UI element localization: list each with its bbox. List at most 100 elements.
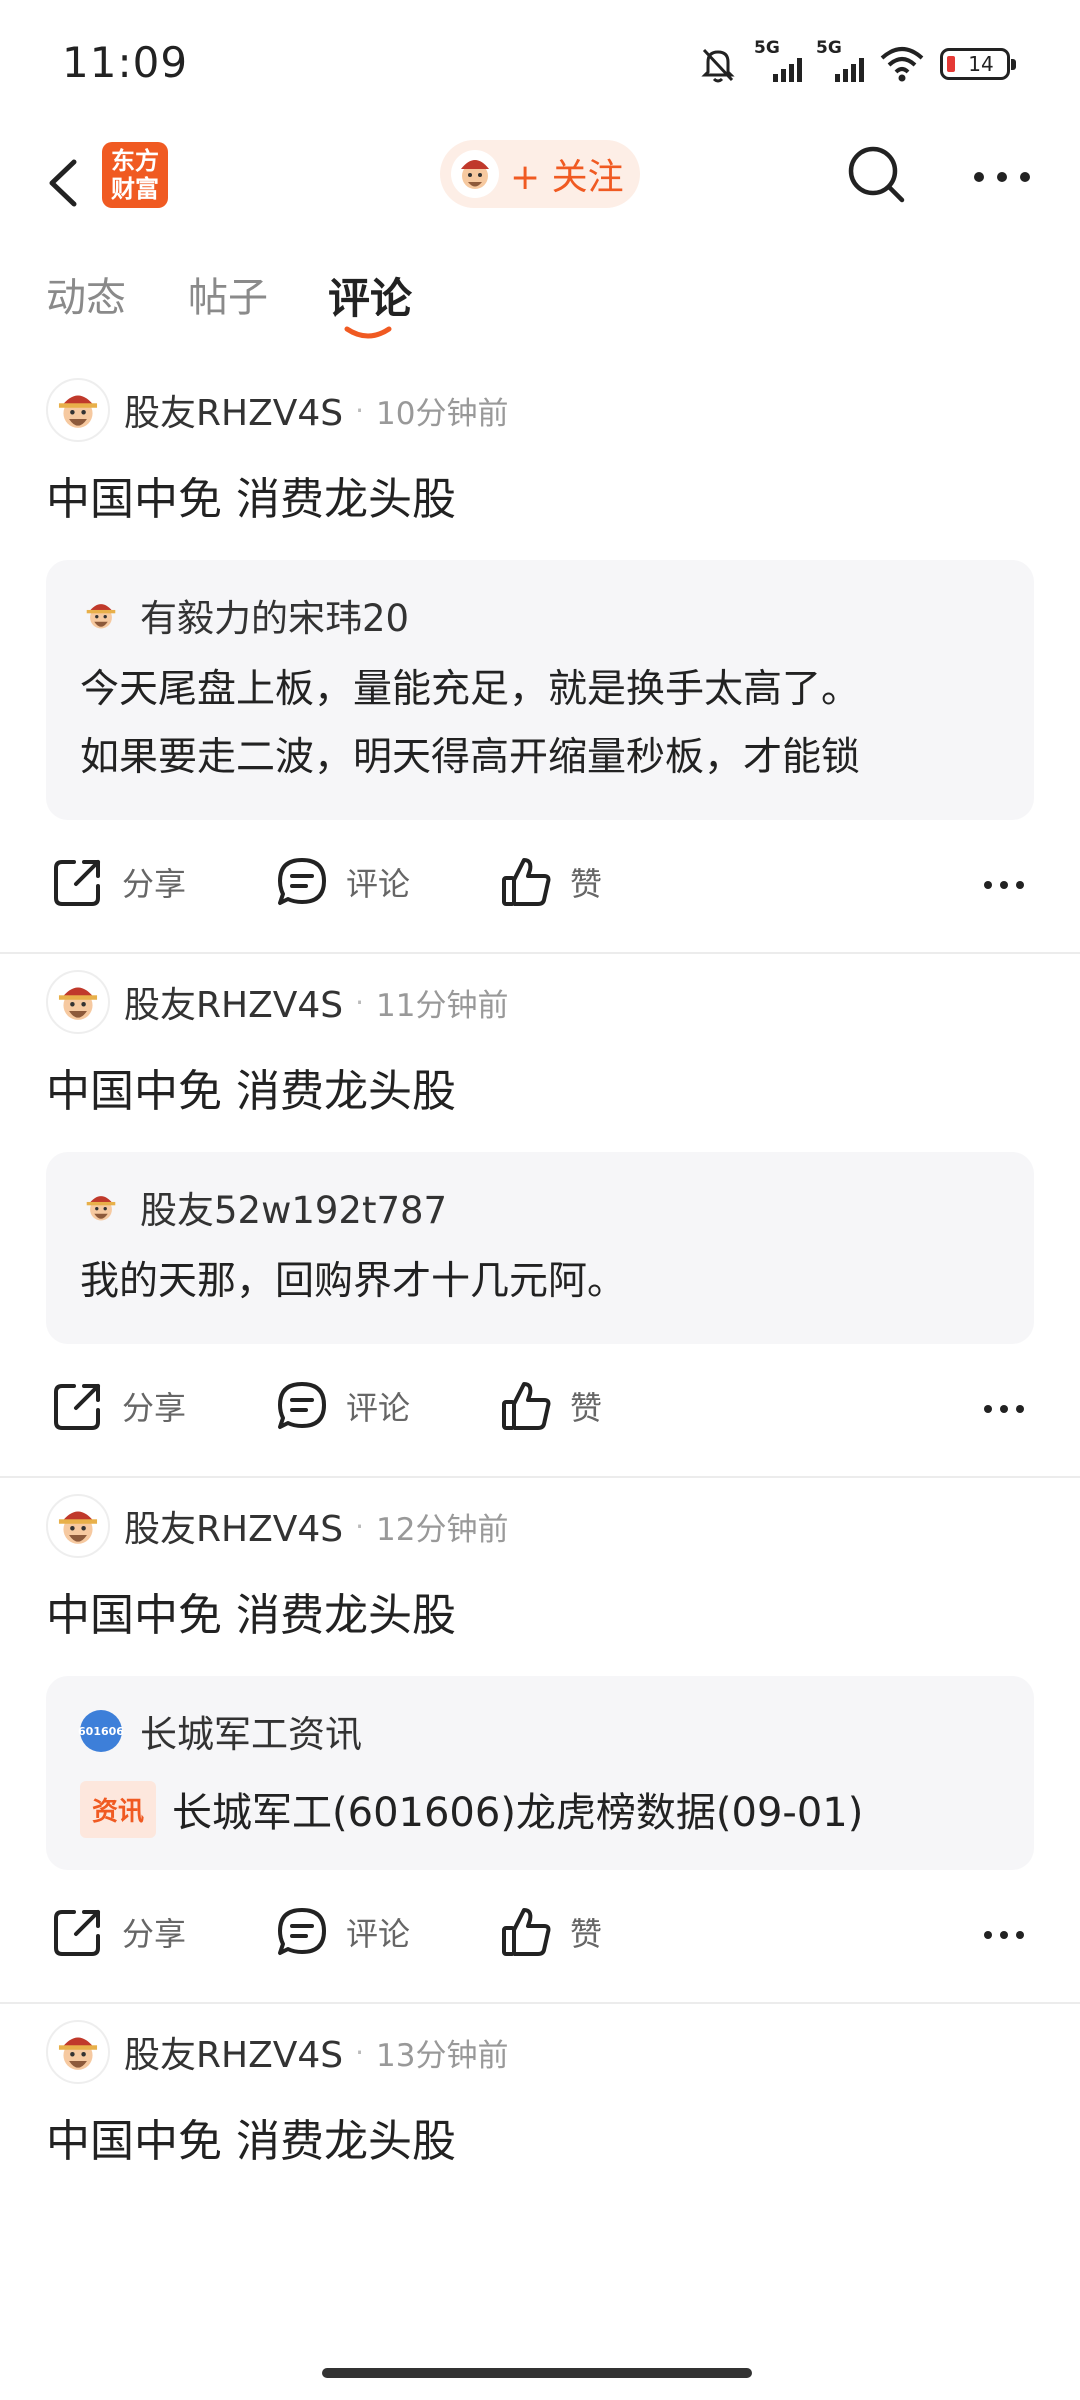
quoted-post[interactable]: 有毅力的宋玮20 今天尾盘上板，量能充足，就是换手太高了。 如果要走二波，明天得…	[46, 560, 1034, 820]
avatar[interactable]	[46, 1494, 110, 1558]
avatar[interactable]	[46, 2020, 110, 2084]
tab-dynamics[interactable]: 动态	[46, 265, 126, 323]
share-button[interactable]: 分享	[50, 1902, 186, 1962]
thumbs-up-icon	[502, 858, 551, 906]
share-label: 分享	[122, 1389, 187, 1427]
tab-bar: 动态 帖子 评论	[0, 255, 1080, 355]
tab-posts[interactable]: 帖子	[188, 265, 268, 323]
status-time: 11:09	[62, 38, 189, 87]
quoted-username[interactable]: 有毅力的宋玮20	[140, 588, 409, 642]
post-meta: 股友RHZV4S · 10分钟前	[46, 362, 1034, 448]
more-options-icon[interactable]	[982, 878, 1026, 892]
username[interactable]: 股友RHZV4S	[124, 976, 343, 1028]
feed-item: 股友RHZV4S · 10分钟前 中国中免 消费龙头股 有毅力的宋玮20 今天尾…	[0, 362, 1080, 954]
like-label: 赞	[570, 865, 603, 903]
app-logo[interactable]: 东方 财富	[102, 142, 168, 208]
comment-label: 评论	[346, 865, 411, 903]
quoted-text-line: 今天尾盘上板，量能充足，就是换手太高了。	[80, 667, 861, 712]
post-title[interactable]: 中国中免 消费龙头股	[46, 1062, 1034, 1122]
signal-icon-2: 5G	[816, 38, 864, 84]
quoted-news[interactable]: 601606 长城军工资讯 资讯 长城军工(601606)龙虎榜数据(09-01…	[46, 1676, 1034, 1870]
share-icon	[54, 860, 100, 906]
follow-label: + 关注	[510, 157, 624, 198]
more-options-icon[interactable]	[982, 1928, 1026, 1942]
feed-item: 股友RHZV4S · 12分钟前 中国中免 消费龙头股 601606 长城军工资…	[0, 1478, 1080, 2004]
like-button[interactable]: 赞	[498, 852, 602, 912]
share-label: 分享	[122, 865, 187, 903]
share-button[interactable]: 分享	[50, 1376, 186, 1436]
network-type-2: 5G	[816, 38, 842, 58]
separator-dot: ·	[355, 1509, 365, 1543]
status-icons: 5G 5G 14	[696, 38, 1016, 88]
like-label: 赞	[570, 1389, 603, 1427]
fortune-god-avatar-icon	[58, 987, 98, 1020]
top-nav-bar: 东方 财富 + 关注	[0, 130, 1080, 240]
avatar[interactable]	[46, 378, 110, 442]
post-title[interactable]: 中国中免 消费龙头股	[46, 470, 1034, 530]
fortune-god-avatar-icon	[58, 395, 98, 428]
quoted-post[interactable]: 股友52w192t787 我的天那，回购界才十几元阿。	[46, 1152, 1034, 1344]
post-title[interactable]: 中国中免 消费龙头股	[46, 2112, 1034, 2172]
separator-dot: ·	[355, 393, 365, 427]
username[interactable]: 股友RHZV4S	[124, 2026, 343, 2078]
news-title[interactable]: 长城军工(601606)龙虎榜数据(09-01)	[172, 1780, 863, 1838]
active-tab-indicator	[344, 326, 392, 339]
more-options-icon[interactable]	[972, 170, 1032, 184]
battery-icon: 14	[940, 48, 1016, 80]
comment-label: 评论	[346, 1915, 411, 1953]
post-actions: 分享 评论 赞	[46, 1870, 1034, 2002]
post-time: 12分钟前	[376, 1511, 509, 1548]
more-options-icon[interactable]	[982, 1402, 1026, 1416]
comment-button[interactable]: 评论	[274, 1376, 410, 1436]
stock-code-avatar: 601606	[78, 1710, 124, 1752]
tab-comments[interactable]: 评论	[328, 265, 412, 326]
username[interactable]: 股友RHZV4S	[124, 1500, 343, 1552]
share-button[interactable]: 分享	[50, 852, 186, 912]
battery-level: 14	[968, 52, 994, 76]
status-bar: 11:09 5G 5G 14	[0, 0, 1080, 130]
post-title[interactable]: 中国中免 消费龙头股	[46, 1586, 1034, 1646]
feed-item: 股友RHZV4S · 13分钟前 中国中免 消费龙头股	[0, 2004, 1080, 2172]
logo-text-1: 东方	[111, 147, 159, 175]
quoted-post-header: 有毅力的宋玮20	[80, 590, 1000, 640]
thumbs-up-icon	[502, 1382, 551, 1430]
quoted-post-header: 股友52w192t787	[80, 1182, 1000, 1232]
signal-icon-1: 5G	[754, 38, 802, 84]
home-indicator[interactable]	[322, 2368, 752, 2378]
quoted-username[interactable]: 长城军工资讯	[140, 1704, 362, 1758]
quoted-text-line: 如果要走二波，明天得高开缩量秒板，才能锁	[80, 735, 861, 780]
fortune-god-avatar-icon	[58, 2037, 98, 2070]
fortune-god-avatar-icon	[86, 604, 116, 629]
post-actions: 分享 评论 赞	[46, 1344, 1034, 1476]
avatar[interactable]	[46, 970, 110, 1034]
comment-icon	[278, 1382, 326, 1429]
post-meta: 股友RHZV4S · 12分钟前	[46, 1478, 1034, 1564]
mute-bell-icon	[701, 48, 735, 83]
follow-button[interactable]: + 关注	[440, 140, 640, 208]
back-arrow-icon[interactable]	[40, 148, 90, 218]
thumbs-up-icon	[502, 1908, 551, 1956]
separator-dot: ·	[355, 2035, 365, 2069]
like-button[interactable]: 赞	[498, 1376, 602, 1436]
post-meta: 股友RHZV4S · 11分钟前	[46, 954, 1034, 1040]
quoted-text-line: 我的天那，回购界才十几元阿。	[80, 1259, 627, 1304]
comment-label: 评论	[346, 1389, 411, 1427]
share-icon	[54, 1384, 100, 1430]
comment-icon	[278, 858, 326, 905]
quoted-avatar	[80, 1186, 122, 1228]
comment-button[interactable]: 评论	[274, 1902, 410, 1962]
user-avatar-icon	[451, 150, 499, 198]
comment-icon	[278, 1908, 326, 1955]
username[interactable]: 股友RHZV4S	[124, 384, 343, 436]
logo-text-2: 财富	[111, 175, 159, 203]
fortune-god-avatar-icon	[58, 1511, 98, 1544]
quoted-username[interactable]: 股友52w192t787	[140, 1180, 447, 1234]
post-time: 10分钟前	[376, 395, 509, 432]
share-icon	[54, 1910, 100, 1956]
comment-button[interactable]: 评论	[274, 852, 410, 912]
search-icon[interactable]	[846, 144, 908, 206]
comment-feed: 股友RHZV4S · 10分钟前 中国中免 消费龙头股 有毅力的宋玮20 今天尾…	[0, 362, 1080, 2172]
like-label: 赞	[570, 1915, 603, 1953]
like-button[interactable]: 赞	[498, 1902, 602, 1962]
feed-item: 股友RHZV4S · 11分钟前 中国中免 消费龙头股 股友52w192t787	[0, 954, 1080, 1478]
